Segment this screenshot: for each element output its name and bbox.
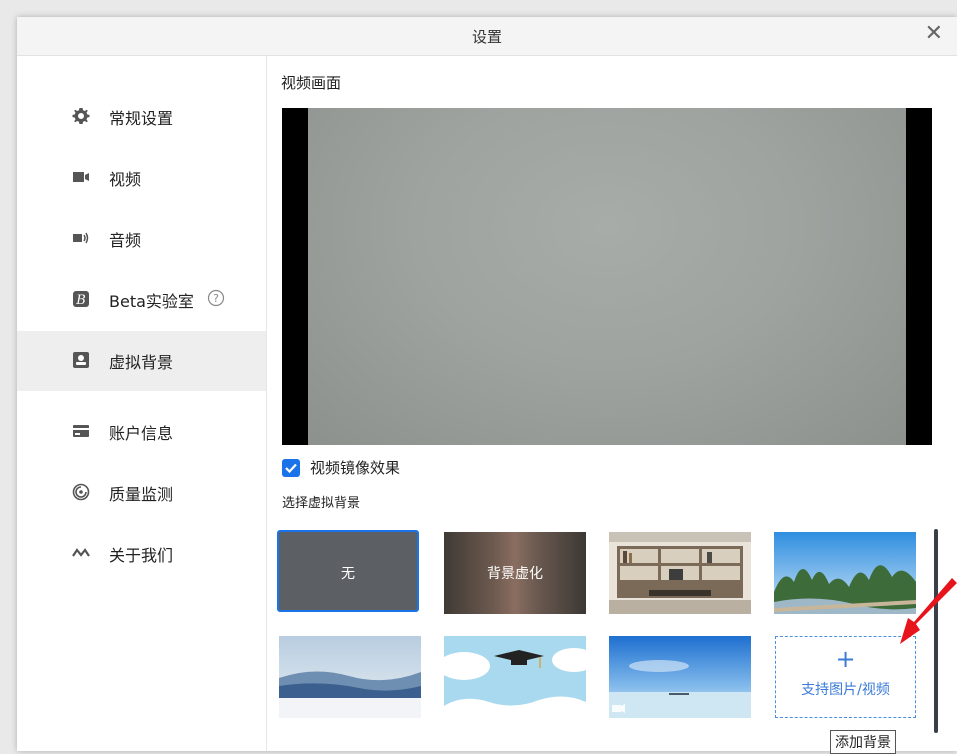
sidebar-item-audio[interactable]: 音频 (17, 209, 266, 269)
sidebar: 常规设置 视频 音频 B Beta实验室 ? 虚拟背景 账户信息 质量监测 关于… (17, 56, 267, 751)
background-option-graduation[interactable] (444, 636, 586, 718)
svg-text:B: B (75, 293, 86, 308)
sea-of-clouds-image (279, 636, 421, 718)
sidebar-item-label: 视频 (109, 170, 142, 189)
add-background-tooltip: 添加背景 (830, 730, 896, 754)
sidebar-item-virtual-background[interactable]: 虚拟背景 (17, 331, 266, 391)
video-preview (282, 108, 932, 445)
sidebar-item-video[interactable]: 视频 (17, 148, 266, 208)
video-camera-icon (73, 172, 89, 182)
settings-dialog: 设置 ✕ 常规设置 视频 音频 B Beta实验室 ? 虚拟背景 账户信息 质量… (17, 17, 957, 754)
sidebar-item-account[interactable]: 账户信息 (17, 402, 266, 462)
gauge-icon (72, 483, 90, 501)
red-arrow-icon (900, 578, 957, 644)
logo-icon (72, 548, 90, 557)
sidebar-item-label: 常规设置 (109, 109, 174, 128)
sidebar-item-about[interactable]: 关于我们 (17, 524, 266, 584)
speaker-icon (73, 232, 89, 244)
bookshelf-image (609, 532, 751, 614)
background-option-sea-of-clouds[interactable] (279, 636, 421, 718)
sidebar-item-label: 音频 (109, 231, 142, 250)
virtual-background-panel: 视频画面 视频镜像效果 选择虚拟背景 无 背景虚化 + 支持图片/视频 添加背景 (267, 56, 957, 754)
sidebar-item-beta-lab[interactable]: B Beta实验室 ? (17, 270, 266, 330)
background-option-none[interactable]: 无 (277, 530, 419, 612)
sidebar-item-label: 虚拟背景 (109, 353, 174, 372)
sidebar-item-label: 质量监测 (109, 485, 174, 504)
background-option-blur[interactable]: 背景虚化 (444, 532, 586, 614)
sidebar-item-general[interactable]: 常规设置 (17, 87, 266, 147)
sidebar-item-quality-monitor[interactable]: 质量监测 (17, 463, 266, 523)
gear-icon (72, 108, 90, 124)
background-none-label: 无 (341, 566, 355, 582)
close-icon[interactable]: ✕ (925, 21, 943, 46)
sidebar-item-label: 账户信息 (109, 424, 174, 443)
svg-text:?: ? (213, 292, 219, 305)
camera-feed (308, 108, 906, 445)
background-option-bookshelf[interactable] (609, 532, 751, 614)
sidebar-item-label: 关于我们 (109, 546, 174, 565)
portrait-icon (73, 352, 89, 368)
add-background-label: 支持图片/视频 (801, 682, 890, 698)
check-icon (285, 463, 297, 474)
title-bar: 设置 ✕ (17, 17, 957, 56)
choose-background-label: 选择虚拟背景 (282, 496, 361, 511)
help-icon[interactable]: ? (207, 289, 225, 307)
graduation-cap-image (444, 636, 586, 718)
section-title: 视频画面 (281, 74, 342, 92)
card-icon (73, 425, 89, 437)
mirror-label: 视频镜像效果 (310, 459, 401, 477)
background-option-ocean[interactable] (609, 636, 751, 718)
dialog-title: 设置 (471, 28, 502, 46)
background-blur-label: 背景虚化 (487, 566, 543, 582)
sidebar-item-label: Beta实验室 (109, 292, 194, 311)
beta-icon: B (73, 291, 89, 308)
ocean-horizon-image (609, 636, 751, 718)
checkbox-checked[interactable] (282, 459, 300, 477)
